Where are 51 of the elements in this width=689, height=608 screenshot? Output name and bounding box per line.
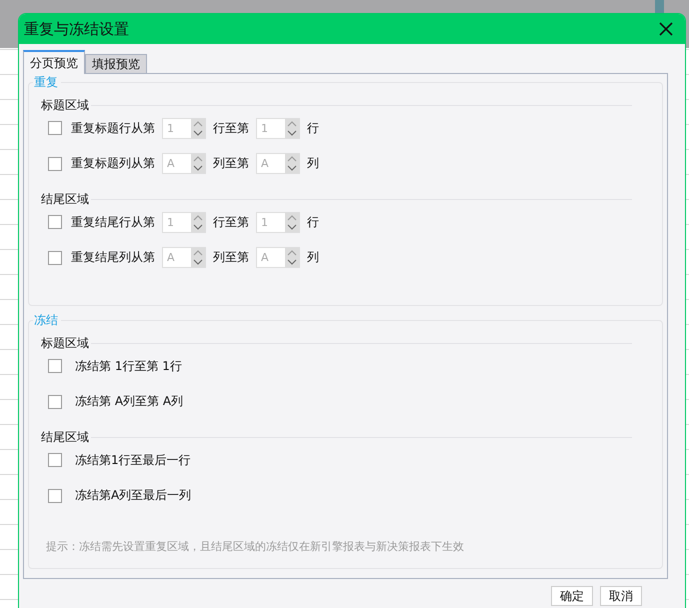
row-label: 冻结第A列至最后一列 xyxy=(75,487,192,504)
ok-button[interactable]: 确定 xyxy=(551,586,593,606)
stepper-icon[interactable] xyxy=(191,212,205,232)
unit-label: 行 xyxy=(307,120,319,136)
unit-label: 行 xyxy=(307,214,319,230)
spinner-field[interactable]: 1 xyxy=(256,118,300,138)
stepper-icon[interactable] xyxy=(191,248,205,267)
group-title: 标题区域 xyxy=(41,335,89,352)
stepper-icon[interactable] xyxy=(285,212,299,232)
checkbox[interactable] xyxy=(48,215,62,229)
spinner-field[interactable]: A xyxy=(256,153,300,174)
stepper-icon[interactable] xyxy=(285,248,299,267)
stepper-icon[interactable] xyxy=(285,118,299,138)
checkbox[interactable] xyxy=(48,394,62,408)
spinner-field[interactable]: A xyxy=(256,247,300,268)
group-title: 结尾区域 xyxy=(41,191,89,208)
stepper-icon[interactable] xyxy=(191,154,205,173)
close-icon[interactable] xyxy=(659,22,673,36)
row-label: 行至第 xyxy=(213,214,249,230)
unit-label: 列 xyxy=(307,155,319,172)
row-label: 列至第 xyxy=(213,155,249,172)
checkbox[interactable] xyxy=(48,121,62,135)
row-label: 冻结第 1行至第 1行 xyxy=(75,358,182,374)
spinner-field[interactable]: 1 xyxy=(256,212,300,232)
checkbox[interactable] xyxy=(48,453,62,467)
group-title: 标题区域 xyxy=(41,97,89,114)
hint-text: 提示：冻结需先设置重复区域，且结尾区域的冻结仅在新引擎报表与新决策报表下生效 xyxy=(46,539,465,554)
row-label: 重复标题行从第 xyxy=(71,120,155,136)
row-label: 重复结尾列从第 xyxy=(71,249,155,266)
window-title: 重复与冻结设置 xyxy=(24,20,129,38)
row-label: 重复标题列从第 xyxy=(71,155,155,172)
checkbox[interactable] xyxy=(48,156,62,170)
tab[interactable]: 填报预览 xyxy=(85,54,147,74)
spinner-field[interactable]: A xyxy=(162,247,206,268)
checkbox[interactable] xyxy=(48,250,62,264)
row-label: 行至第 xyxy=(213,120,249,136)
tab[interactable]: 分页预览 xyxy=(23,50,85,74)
stepper-icon[interactable] xyxy=(191,118,205,138)
cancel-button[interactable]: 取消 xyxy=(600,586,642,606)
row-label: 重复结尾行从第 xyxy=(71,214,155,230)
checkbox[interactable] xyxy=(48,359,62,373)
row-label: 冻结第1行至最后一行 xyxy=(75,452,191,468)
spinner-field[interactable]: 1 xyxy=(162,212,206,232)
group-title: 结尾区域 xyxy=(41,429,89,446)
spinner-field[interactable]: A xyxy=(162,153,206,174)
unit-label: 列 xyxy=(307,249,319,266)
checkbox[interactable] xyxy=(48,488,62,502)
spinner-field[interactable]: 1 xyxy=(162,118,206,138)
row-label: 冻结第 A列至第 A列 xyxy=(75,393,184,410)
row-label: 列至第 xyxy=(213,249,249,266)
stepper-icon[interactable] xyxy=(285,154,299,173)
